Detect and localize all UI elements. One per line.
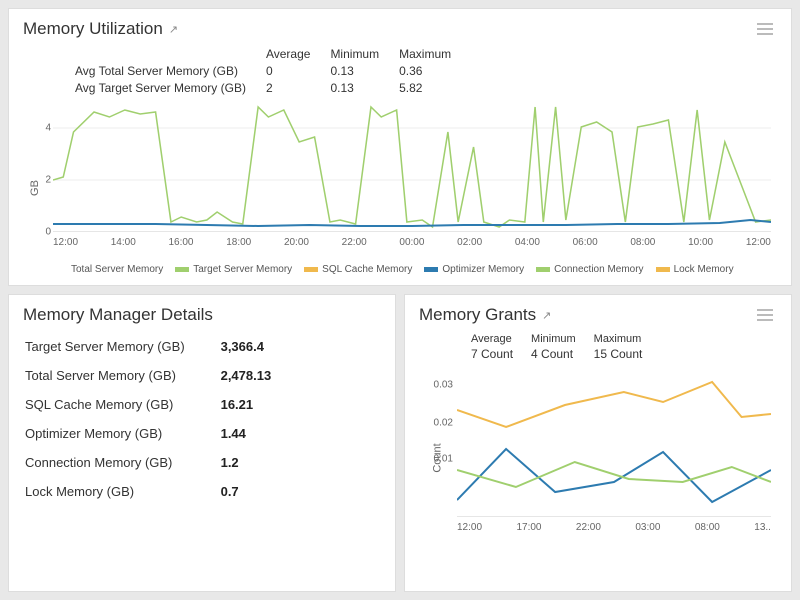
table-row: Connection Memory (GB)1.2 (25, 449, 379, 476)
memory-grants-panel: Memory Grants ↗ AverageMinimumMaximum 7 … (404, 294, 792, 592)
utilization-legend: Total Server Memory Target Server Memory… (53, 264, 777, 275)
utilization-plot (53, 102, 771, 232)
table-row: Total Server Memory (GB)2,478.13 (25, 362, 379, 389)
panel-title: Memory Grants ↗ (419, 305, 551, 325)
popout-icon[interactable]: ↗ (169, 23, 178, 36)
y-ticks: 0.01 0.02 0.03 (423, 367, 453, 497)
table-row: Target Server Memory (GB)3,366.4 (25, 333, 379, 360)
panel-menu-icon[interactable] (753, 305, 777, 325)
utilization-chart: GB 0 2 4 12:0014:0016:0018:0020:0022:000… (53, 102, 771, 262)
grants-plot (457, 367, 771, 517)
memory-utilization-panel: Memory Utilization ↗ Average Minimum Max… (8, 8, 792, 286)
y-ticks: 0 2 4 (33, 102, 51, 232)
table-row: Lock Memory (GB)0.7 (25, 478, 379, 505)
panel-title: Memory Utilization ↗ (23, 19, 178, 39)
utilization-summary-table: Average Minimum Maximum Avg Total Server… (73, 45, 471, 98)
popout-icon[interactable]: ↗ (542, 309, 551, 322)
table-row: Optimizer Memory (GB)1.44 (25, 420, 379, 447)
x-ticks: 12:0017:0022:0003:0008:0013.. (457, 522, 771, 533)
x-ticks: 12:0014:0016:0018:0020:0022:0000:0002:00… (53, 237, 771, 248)
memory-manager-details-panel: Memory Manager Details Target Server Mem… (8, 294, 396, 592)
grants-summary-table: AverageMinimumMaximum 7 Count4 Count15 C… (469, 331, 660, 363)
table-row: SQL Cache Memory (GB)16.21 (25, 391, 379, 418)
panel-menu-icon[interactable] (753, 19, 777, 39)
panel-title: Memory Manager Details (23, 305, 213, 325)
grants-chart: Count 0.01 0.02 0.03 12:0017:0022:0003 (457, 367, 771, 537)
details-table: Target Server Memory (GB)3,366.4 Total S… (23, 331, 381, 507)
